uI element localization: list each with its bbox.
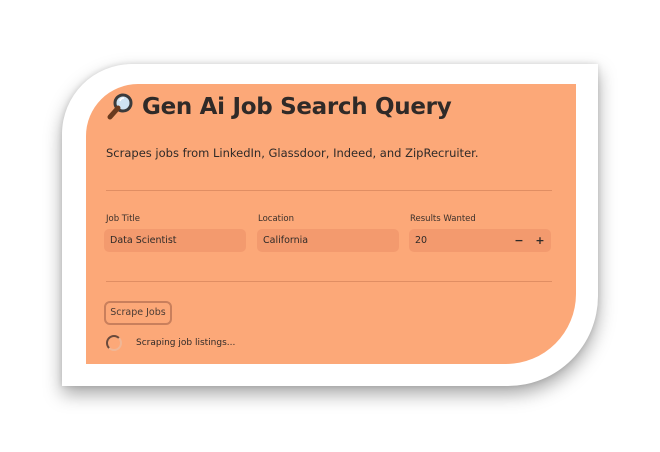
job-title-label: Job Title: [106, 214, 141, 224]
page-title: Gen Ai Job Search Query: [142, 94, 452, 120]
decrement-button[interactable]: −: [510, 229, 528, 252]
header: Gen Ai Job Search Query: [106, 92, 452, 122]
page-subtitle: Scrapes jobs from LinkedIn, Glassdoor, I…: [106, 146, 479, 160]
location-input[interactable]: California: [257, 229, 399, 252]
increment-button[interactable]: +: [531, 229, 549, 252]
magnifying-glass-icon: [106, 92, 136, 122]
status-text: Scraping job listings...: [136, 338, 236, 348]
job-title-input[interactable]: Data Scientist: [104, 229, 246, 252]
bottom-divider: [106, 281, 552, 282]
top-divider: [106, 190, 552, 191]
results-wanted-label: Results Wanted: [410, 214, 476, 224]
location-label: Location: [258, 214, 294, 224]
loading-spinner-icon: [106, 335, 122, 351]
app-panel: Gen Ai Job Search Query Scrapes jobs fro…: [86, 84, 576, 364]
screenshot-stage: Gen Ai Job Search Query Scrapes jobs fro…: [0, 0, 660, 452]
scrape-jobs-button[interactable]: Scrape Jobs: [104, 301, 172, 325]
results-wanted-input[interactable]: 20: [409, 229, 551, 252]
